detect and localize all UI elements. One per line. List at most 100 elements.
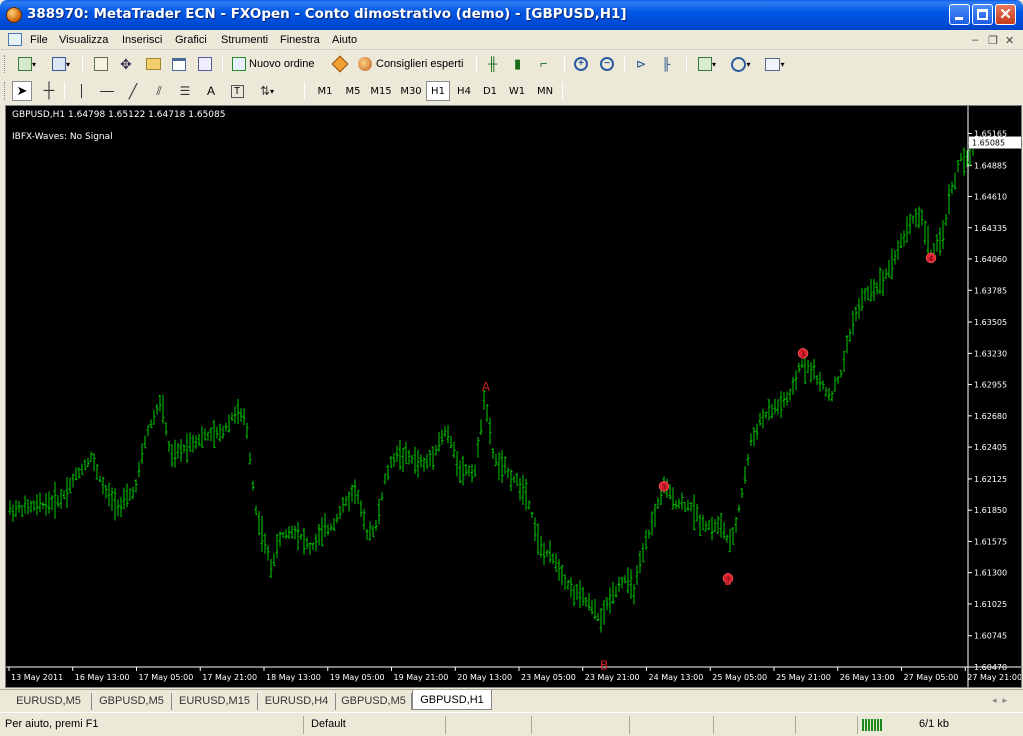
arrows-button[interactable]: ⇅ ▾ [252, 81, 282, 101]
ohlc-bar [713, 519, 717, 532]
menu-view[interactable]: Visualizza [59, 34, 108, 46]
text-button[interactable]: A [200, 81, 222, 101]
navigator-button[interactable] [142, 54, 164, 74]
tab-eurusd-m15[interactable]: EURUSD,M15 [172, 693, 258, 710]
chart-window[interactable]: 1.65165 1.64885 1.64610 1.64335 1.64060 1.637… [5, 105, 1022, 688]
ohlc-bar [314, 533, 318, 551]
ohlc-bar [749, 433, 753, 446]
menu-file[interactable]: File [30, 34, 48, 46]
ohlc-bar [953, 172, 957, 190]
toolbar-grip[interactable] [4, 82, 7, 100]
menu-charts[interactable]: Grafici [175, 34, 207, 46]
text-label-button[interactable]: T [226, 81, 248, 101]
data-window-button[interactable]: ✥ [116, 54, 138, 74]
ohlc-bar [392, 453, 396, 467]
x-tick-label: 17 May 21:00 [202, 673, 257, 682]
ohlc-bar [851, 310, 855, 335]
title-bar[interactable]: 388970: MetaTrader ECN - FXOpen - Conto … [0, 0, 1023, 30]
timeframe-mn-button[interactable]: MN [532, 81, 558, 101]
bar-chart-button[interactable]: ╫ [484, 54, 506, 74]
menu-tools[interactable]: Strumenti [221, 34, 268, 46]
ohlc-bar [917, 206, 921, 229]
ohlc-bar [617, 576, 621, 593]
ohlc-bar [935, 234, 939, 252]
ohlc-bar [701, 514, 705, 531]
tab-scroll-arrows[interactable]: ◂▸ [992, 695, 1013, 706]
tab-gbpusd-m5-2[interactable]: GBPUSD,M5 [336, 693, 412, 710]
timeframe-m30-button[interactable]: M30 [396, 81, 426, 101]
fibonacci-button[interactable]: ☰ [174, 81, 196, 101]
mdi-restore-button[interactable]: ❐ [988, 34, 998, 47]
ohlc-bar [188, 432, 192, 452]
timeframe-w1-button[interactable]: W1 [504, 81, 530, 101]
vertical-line-button[interactable] [70, 81, 92, 101]
ohlc-bar [161, 394, 165, 424]
wave-marker-label: 4 [929, 255, 934, 263]
strategy-tester-button[interactable] [194, 54, 216, 74]
app-icon[interactable] [6, 7, 22, 23]
ohlc-bar [128, 488, 132, 501]
timeframe-m5-button[interactable]: M5 [340, 81, 366, 101]
child-window-icon[interactable] [8, 33, 22, 46]
menu-window[interactable]: Finestra [280, 34, 320, 46]
close-button[interactable]: ✕ [995, 4, 1016, 25]
line-chart-icon: ⌐ [540, 56, 548, 71]
chart-shift-button[interactable]: ╟ [658, 54, 680, 74]
mdi-close-button[interactable]: ✕ [1005, 34, 1014, 47]
crosshair-button[interactable]: ┼ [38, 81, 60, 101]
tab-eurusd-m5[interactable]: EURUSD,M5 [6, 693, 92, 710]
ohlc-bar [740, 488, 744, 499]
timeframe-d1-button[interactable]: D1 [478, 81, 502, 101]
zoom-in-button[interactable]: + [570, 54, 592, 74]
ohlc-bar [644, 529, 648, 551]
standard-toolbar: ▾ ▾ ✥ Nuovo ordine Consiglieri esperti ╫… [0, 51, 1023, 77]
tab-gbpusd-m5[interactable]: GBPUSD,M5 [92, 693, 172, 710]
y-tick-label: 1.64885 [974, 161, 1007, 170]
ohlc-bar [686, 499, 690, 511]
templates-button[interactable]: ▾ [760, 54, 790, 74]
x-tick-label: 20 May 13:00 [457, 673, 512, 682]
ohlc-bar [677, 498, 681, 509]
timeframe-m15-button[interactable]: M15 [366, 81, 396, 101]
candlestick-button[interactable]: ▮ [510, 54, 532, 74]
ohlc-bar [347, 491, 351, 512]
trendline-button[interactable]: ╱ [122, 81, 144, 101]
indicators-button[interactable]: ▾ [692, 54, 722, 74]
y-tick-label: 1.60470 [974, 663, 1007, 672]
mdi-minimize-button[interactable]: – [972, 34, 978, 46]
ohlc-bar [194, 435, 198, 449]
timeframe-h4-button[interactable]: H4 [452, 81, 476, 101]
tab-eurusd-h4[interactable]: EURUSD,H4 [258, 693, 336, 710]
menu-help[interactable]: Aiuto [332, 34, 357, 46]
minimize-button[interactable] [949, 4, 970, 25]
ohlc-bar [113, 488, 117, 521]
auto-scroll-button[interactable]: ⊳ [632, 54, 654, 74]
diamond-icon [331, 55, 349, 73]
new-chart-button[interactable]: ▾ [12, 54, 42, 74]
metaeditor-button[interactable] [330, 54, 350, 74]
equidistant-channel-button[interactable]: ⫽ [148, 81, 170, 101]
periods-button[interactable]: ▾ [726, 54, 756, 74]
menu-insert[interactable]: Inserisci [122, 34, 162, 46]
expert-advisors-button[interactable]: Consiglieri esperti [358, 54, 470, 74]
timeframe-h1-button[interactable]: H1 [426, 81, 450, 101]
price-chart[interactable]: 1.651651.648851.646101.643351.640601.637… [6, 106, 1021, 687]
profiles-button[interactable]: ▾ [46, 54, 76, 74]
horizontal-line-button[interactable] [96, 81, 118, 101]
ohlc-bar [86, 457, 90, 468]
maximize-button[interactable] [972, 4, 993, 25]
ohlc-bar [203, 428, 207, 441]
ohlc-bar [275, 533, 279, 559]
ohlc-bar [83, 459, 87, 471]
ohlc-bar [719, 512, 723, 538]
terminal-button[interactable] [168, 54, 190, 74]
tab-gbpusd-h1[interactable]: GBPUSD,H1 [412, 690, 492, 710]
toolbar-grip[interactable] [4, 55, 7, 73]
market-watch-button[interactable] [90, 54, 112, 74]
zoom-out-button[interactable]: − [596, 54, 618, 74]
new-order-button[interactable]: Nuovo ordine [232, 54, 324, 74]
crosshair-icon: ┼ [43, 82, 55, 99]
cursor-button[interactable]: ➤ [12, 81, 32, 101]
line-chart-button[interactable]: ⌐ [536, 54, 558, 74]
timeframe-m1-button[interactable]: M1 [312, 81, 338, 101]
